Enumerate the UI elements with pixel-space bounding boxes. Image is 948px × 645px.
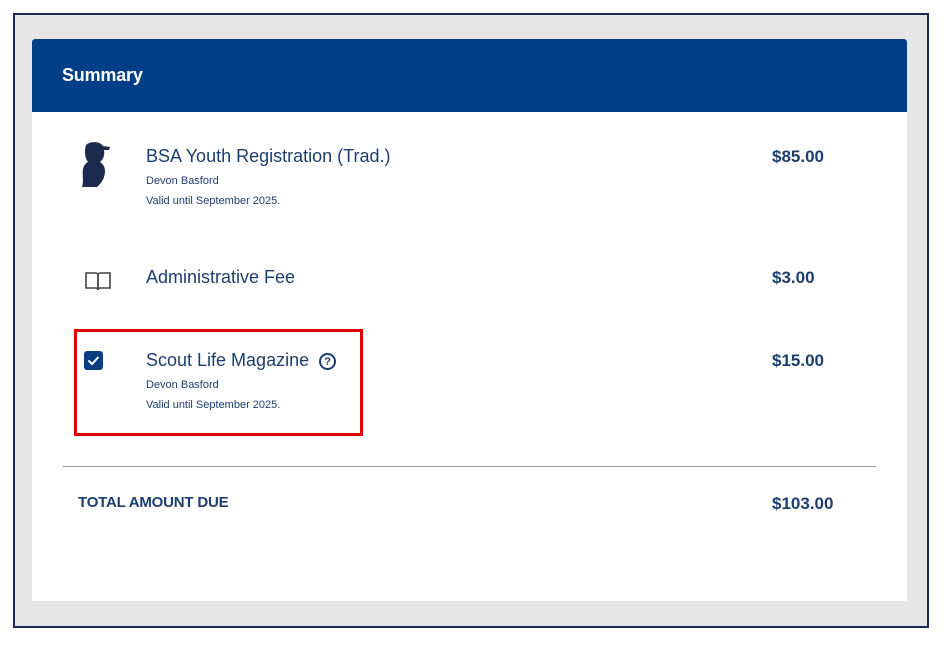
book-icon [84, 270, 112, 297]
item-price: $15.00 [772, 351, 824, 370]
item-name: Administrative Fee [146, 267, 296, 287]
summary-frame: Summary BSA Youth Registration (Trad.) D… [13, 13, 929, 628]
item-price: $3.00 [772, 268, 815, 287]
item-valid: Valid until September 2025. [146, 195, 281, 207]
summary-title: Summary [62, 65, 143, 85]
summary-header: Summary [32, 39, 907, 112]
total-label: TOTAL AMOUNT DUE [78, 494, 229, 511]
total-value: $103.00 [772, 494, 834, 513]
item-name: BSA Youth Registration (Trad.) [146, 146, 391, 166]
item-member: Devon Basford [146, 175, 219, 187]
summary-card: Summary BSA Youth Registration (Trad.) D… [32, 39, 907, 601]
divider [63, 466, 876, 467]
highlight-box [74, 329, 363, 436]
scout-silhouette-icon [78, 141, 114, 194]
item-price: $85.00 [772, 147, 824, 166]
